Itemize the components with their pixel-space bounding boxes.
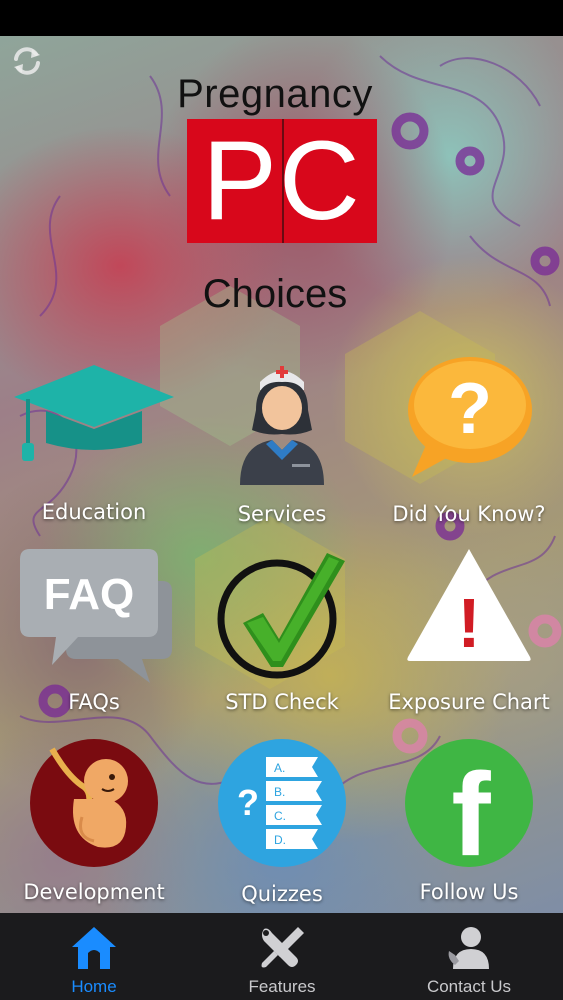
status-bar <box>0 0 563 36</box>
tile-follow-us[interactable]: f Follow Us <box>375 735 563 925</box>
tile-label: Did You Know? <box>392 502 546 526</box>
logo-letters: PC <box>202 118 362 243</box>
svg-text:C.: C. <box>274 809 286 823</box>
facebook-icon: f <box>405 739 533 869</box>
quiz-list-icon: ? A. B. C. D. <box>218 739 346 867</box>
svg-text:?: ? <box>237 782 259 823</box>
logo-title-top: Pregnancy <box>177 72 373 116</box>
tile-label: Follow Us <box>419 880 519 904</box>
logo-title-bottom: Choices <box>202 272 348 316</box>
home-icon <box>72 927 116 969</box>
tools-icon <box>261 927 304 968</box>
tile-label: FAQs <box>68 690 120 714</box>
tile-exposure-chart[interactable]: ! Exposure Chart <box>375 545 563 735</box>
refresh-icon <box>14 47 40 75</box>
tile-label: Education <box>41 500 147 524</box>
logo-red-box: PC <box>187 119 377 243</box>
nurse-icon <box>240 366 324 485</box>
svg-text:D.: D. <box>274 833 286 847</box>
svg-text:A.: A. <box>274 761 285 775</box>
tab-features[interactable]: Features <box>188 913 376 1000</box>
contact-person-icon <box>448 927 489 969</box>
tab-label: Contact Us <box>426 977 512 996</box>
svg-text:!: ! <box>457 584 480 662</box>
tab-label: Features <box>248 977 316 996</box>
tile-label: Development <box>23 880 165 904</box>
tile-quizzes[interactable]: ? A. B. C. D. Quizzes <box>188 735 376 925</box>
tile-development[interactable]: Development <box>0 735 188 925</box>
question-bubble-icon: ? <box>408 357 532 477</box>
tab-label: Home <box>71 977 117 996</box>
faq-bubbles-icon: FAQ <box>20 549 172 683</box>
svg-text:f: f <box>451 749 491 869</box>
svg-text:FAQ: FAQ <box>44 570 134 619</box>
svg-text:B.: B. <box>274 785 285 799</box>
tile-label: Services <box>237 502 327 526</box>
tile-services[interactable]: Services <box>188 355 376 545</box>
tile-education[interactable]: Education <box>0 355 188 545</box>
refresh-button[interactable] <box>10 44 44 78</box>
svg-text:?: ? <box>448 369 492 449</box>
tab-bar: Home Features Contact Us <box>0 913 563 1000</box>
tile-faqs[interactable]: FAQ FAQs <box>0 545 188 735</box>
tab-home[interactable]: Home <box>0 913 188 1000</box>
fetus-icon <box>30 739 158 867</box>
tile-label: STD Check <box>225 690 339 714</box>
checkmark-circle-icon <box>217 553 345 679</box>
tab-contact-us[interactable]: Contact Us <box>375 913 563 1000</box>
graduation-cap-icon <box>14 365 174 461</box>
app-logo: Pregnancy PC Choices <box>150 72 400 317</box>
tile-label: Exposure Chart <box>388 690 550 714</box>
tile-label: Quizzes <box>241 882 323 906</box>
tile-did-you-know[interactable]: ? Did You Know? <box>375 355 563 545</box>
warning-triangle-icon: ! <box>407 549 531 662</box>
tile-std-check[interactable]: STD Check <box>188 545 376 735</box>
